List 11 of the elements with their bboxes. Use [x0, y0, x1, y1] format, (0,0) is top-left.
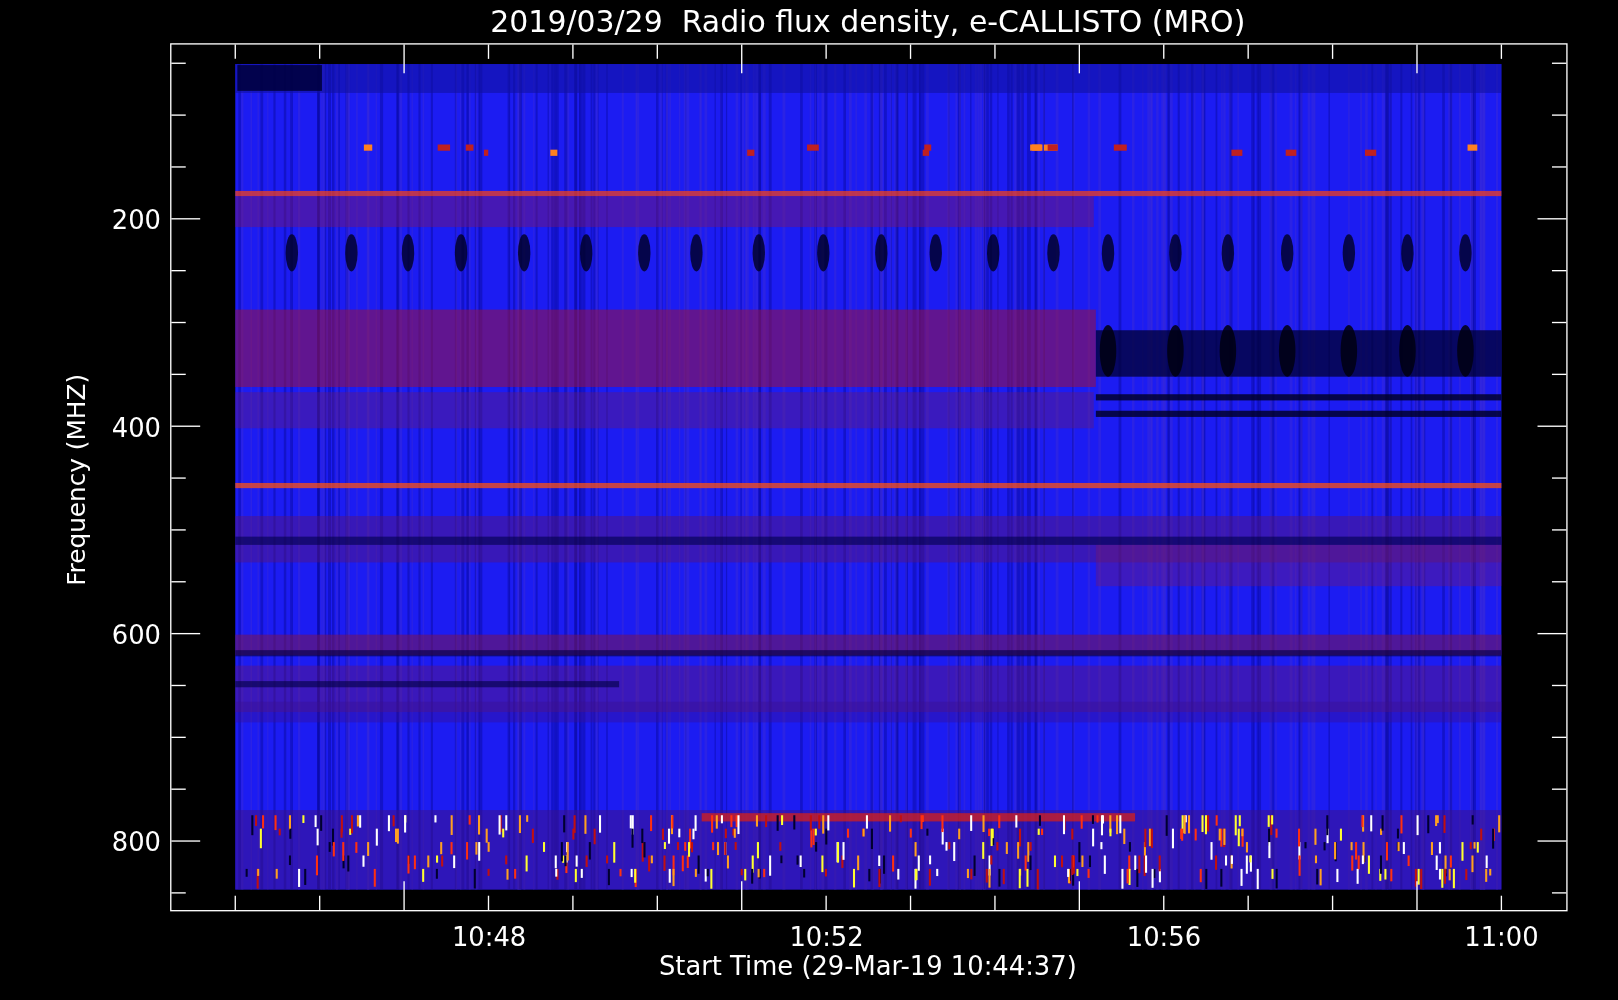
x-tick-label: 10:52: [789, 922, 864, 953]
chart-title: 2019/03/29 Radio flux density, e-CALLISTO (MRO): [490, 4, 1246, 40]
x-tick-label: 11:00: [1464, 922, 1539, 953]
y-tick-label: 600: [111, 619, 161, 650]
x-tick-label: 10:48: [451, 922, 527, 953]
y-tick-label: 800: [111, 827, 161, 858]
x-axis-label: Start Time (29-Mar-19 10:44:37): [658, 951, 1077, 982]
y-tick-label: 400: [111, 412, 161, 443]
y-axis-label: Frequency (MHZ): [61, 373, 91, 586]
x-tick-label: 10:56: [1126, 922, 1202, 953]
y-tick-label: 200: [111, 205, 161, 236]
